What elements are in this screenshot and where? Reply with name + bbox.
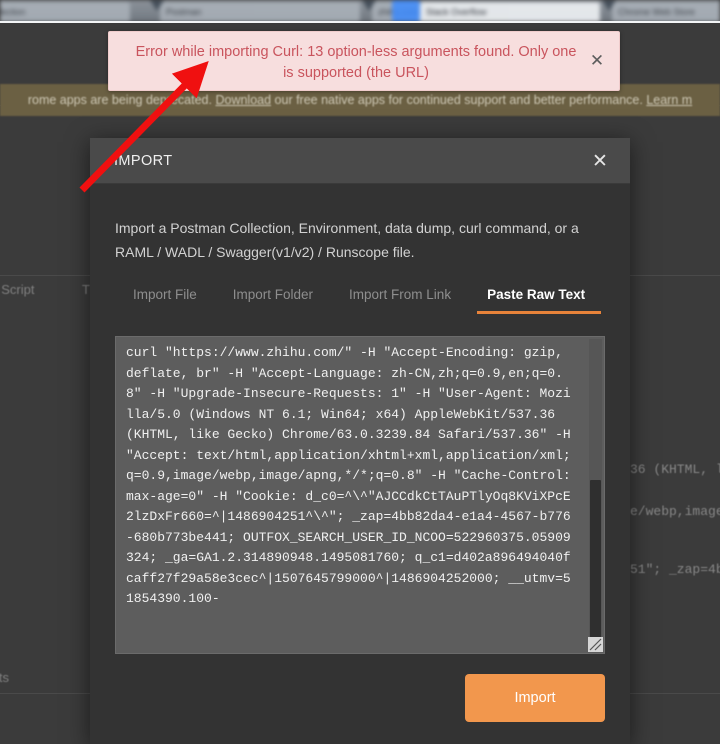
chevron-down-icon	[150, 0, 164, 11]
deprecation-banner-text: rome apps are being deprecated. Download…	[0, 90, 720, 110]
background-fragment: 36 (KHTML, lik	[630, 462, 720, 477]
learn-more-link[interactable]: Learn m	[646, 93, 692, 107]
import-tabs: Import File Import Folder Import From Li…	[115, 281, 605, 319]
modal-description: Import a Postman Collection, Environment…	[115, 220, 579, 260]
background-fragment: e/webp,image	[630, 504, 720, 519]
browser-tab[interactable]: Chrome Web Store	[612, 2, 720, 22]
browser-tab-active[interactable]: Stack Overflow	[420, 2, 600, 22]
background-fragment: t Script	[0, 282, 35, 297]
modal-header: IMPORT ✕	[90, 138, 630, 184]
download-link[interactable]: Download	[215, 93, 271, 107]
tab-import-folder[interactable]: Import Folder	[215, 281, 331, 314]
page-title: IMPORT	[114, 153, 173, 169]
tab-paste-raw-text[interactable]: Paste Raw Text	[469, 281, 603, 314]
textarea-scrollbar[interactable]	[589, 339, 602, 638]
tab-import-from-link[interactable]: Import From Link	[331, 281, 469, 314]
error-toast: Error while importing Curl: 13 option-le…	[108, 31, 620, 91]
import-button[interactable]: Import	[465, 674, 605, 722]
background-fragment: lts	[0, 670, 9, 685]
chevron-down-icon	[602, 0, 616, 11]
deprecation-middle: our free native apps for continued suppo…	[274, 93, 643, 107]
close-icon[interactable]: ✕	[585, 49, 609, 73]
chevron-down-icon	[362, 0, 376, 11]
modal-footer: Import	[90, 660, 630, 744]
tab-import-file[interactable]: Import File	[115, 281, 215, 314]
screen-root: Collection Postman zhihu.com Stack Overf…	[0, 0, 720, 744]
error-message: Error while importing Curl: 13 option-le…	[135, 44, 577, 81]
background-fragment: 51"; _zap=4bb8	[630, 562, 720, 577]
browser-chrome: Collection Postman zhihu.com Stack Overf…	[0, 0, 720, 22]
background-fragment: T	[82, 282, 90, 297]
scrollbar-thumb[interactable]	[590, 480, 601, 638]
raw-text-area[interactable]: curl "https://www.zhihu.com/" -H "Accept…	[115, 336, 605, 654]
import-modal: IMPORT ✕ Import a Postman Collection, En…	[90, 138, 630, 744]
browser-tab-indicator	[392, 0, 420, 22]
browser-tab[interactable]: Collection	[0, 2, 130, 22]
close-icon[interactable]: ✕	[586, 138, 614, 184]
deprecation-prefix: rome apps are being deprecated.	[27, 93, 212, 107]
resize-handle-icon[interactable]	[588, 637, 603, 652]
raw-text-value[interactable]: curl "https://www.zhihu.com/" -H "Accept…	[126, 343, 578, 649]
browser-tab[interactable]: Postman	[160, 2, 360, 22]
